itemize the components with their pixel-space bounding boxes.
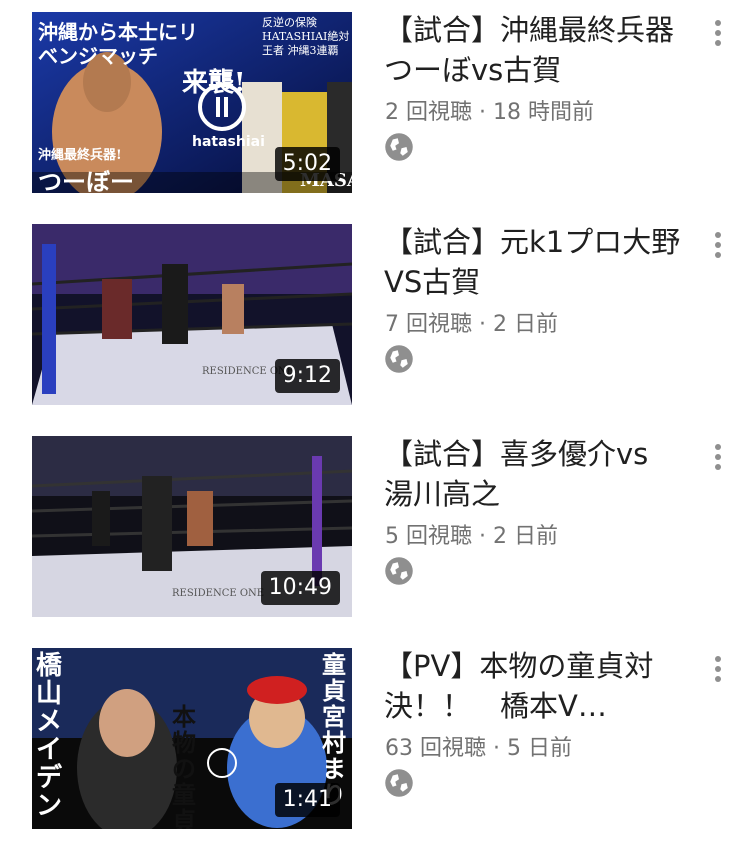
video-duration: 1:41 — [274, 783, 340, 817]
upload-age: 5 日前 — [507, 736, 572, 761]
video-duration: 5:02 — [274, 147, 340, 181]
video-meta: 63 回視聴 · 5 日前 — [385, 730, 572, 762]
svg-text:RESIDENCE ONE: RESIDENCE ONE — [172, 588, 264, 599]
video-duration: 10:49 — [260, 571, 340, 605]
video-title[interactable]: 【試合】元k1プロ大野VS古賀 — [384, 222, 684, 302]
globe-icon — [385, 133, 413, 161]
meta-separator: · — [479, 524, 493, 549]
video-thumbnail[interactable]: RESIDENCE ONE 9:12 — [32, 224, 352, 405]
video-title[interactable]: 【試合】喜多優介vs 湯川高之 — [384, 434, 684, 514]
more-options-icon[interactable] — [706, 656, 730, 686]
thumbnail-big-text: 来襲! — [182, 68, 246, 98]
video-meta: 2 回視聴 · 18 時間前 — [385, 94, 594, 126]
upload-age: 2 日前 — [493, 524, 558, 549]
more-options-icon[interactable] — [706, 20, 730, 50]
video-title[interactable]: 【試合】沖縄最終兵器つーぼvs古賀 — [384, 10, 684, 90]
video-title[interactable]: 【PV】本物の童貞対決！！ 橋本V… — [384, 646, 684, 726]
globe-icon — [385, 557, 413, 585]
view-count: 7 回視聴 — [385, 312, 472, 337]
video-item[interactable]: 沖縄から本士にリベンジマッチ 来襲! 沖縄最終兵器! つーぼー 反逆の保険 HA… — [0, 0, 750, 212]
video-thumbnail[interactable]: RESIDENCE ONE 10:49 — [32, 436, 352, 617]
globe-icon — [385, 769, 413, 797]
upload-age: 18 時間前 — [493, 100, 594, 125]
globe-icon — [385, 345, 413, 373]
view-count: 2 回視聴 — [385, 100, 472, 125]
video-thumbnail[interactable]: 沖縄から本士にリベンジマッチ 来襲! 沖縄最終兵器! つーぼー 反逆の保険 HA… — [32, 12, 352, 193]
meta-separator: · — [493, 736, 507, 761]
thumbnail-name: つーぼー — [38, 167, 134, 193]
thumbnail-right-text: 反逆の保険 HATASHIAI絶対王者 沖縄3連覇 — [262, 16, 350, 57]
more-options-icon[interactable] — [706, 232, 730, 262]
video-duration: 9:12 — [274, 359, 340, 393]
view-count: 5 回視聴 — [385, 524, 472, 549]
thumbnail-headline: 沖縄から本士にリベンジマッチ — [38, 20, 198, 68]
meta-separator: · — [479, 312, 493, 337]
thumbnail-center-text: 本物の童貞対決 — [172, 702, 196, 830]
thumbnail-label: 沖縄最終兵器! — [38, 148, 122, 163]
video-item[interactable]: RESIDENCE ONE 9:12 【試合】元k1プロ大野VS古賀 7 回視聴… — [0, 212, 750, 424]
video-item[interactable]: 橋山メイデン 本物の童貞対決 童貞宮村まり 1:41 【PV】本物の童貞対決！！… — [0, 636, 750, 848]
view-count: 63 回視聴 — [385, 736, 486, 761]
thumbnail-brand: hatashiai — [192, 134, 265, 150]
upload-age: 2 日前 — [493, 312, 558, 337]
video-meta: 7 回視聴 · 2 日前 — [385, 306, 558, 338]
thumbnail-left-name: 橋山メイデン — [36, 651, 63, 821]
meta-separator: · — [479, 100, 493, 125]
more-options-icon[interactable] — [706, 444, 730, 474]
video-item[interactable]: RESIDENCE ONE 10:49 【試合】喜多優介vs 湯川高之 5 回視… — [0, 424, 750, 636]
video-meta: 5 回視聴 · 2 日前 — [385, 518, 558, 550]
video-thumbnail[interactable]: 橋山メイデン 本物の童貞対決 童貞宮村まり 1:41 — [32, 648, 352, 829]
